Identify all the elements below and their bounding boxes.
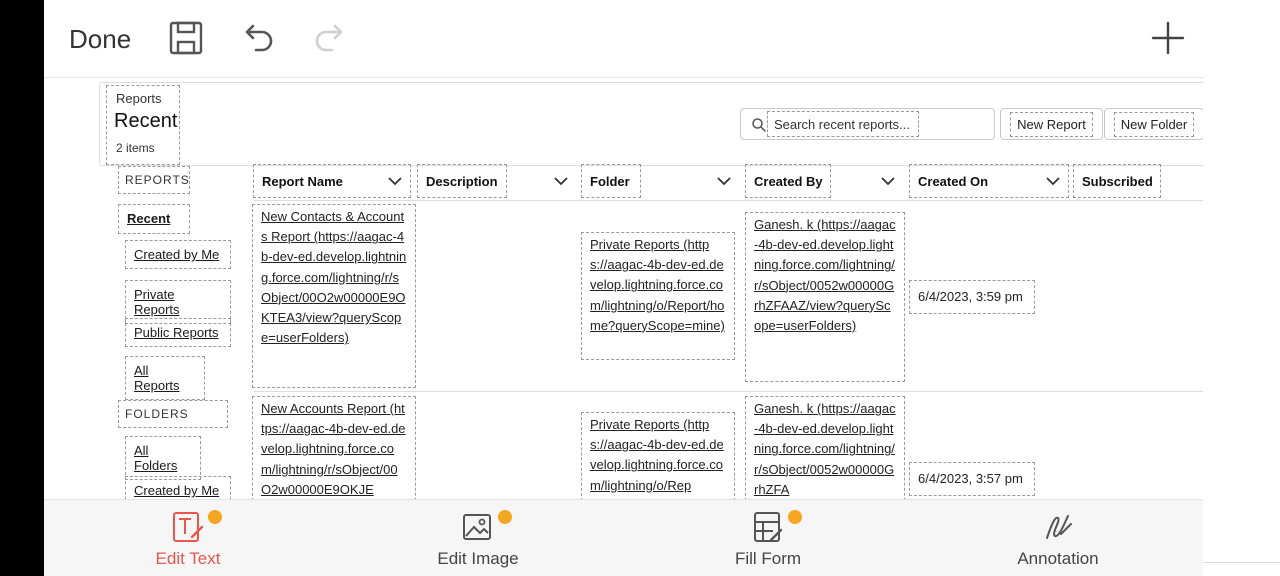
row-divider — [254, 391, 1203, 392]
column-label: Created By — [754, 173, 823, 189]
reports-heading: REPORTS — [118, 166, 190, 194]
page-title: Recent — [114, 110, 178, 132]
chevron-down-icon[interactable] — [554, 176, 568, 186]
column-header-created-by[interactable]: Created By — [745, 164, 831, 198]
new-report-label: New Report — [1010, 111, 1093, 137]
chevron-down-icon[interactable] — [1046, 176, 1060, 186]
annotation-label: Annotation — [1017, 549, 1099, 568]
fill-form-icon — [754, 512, 783, 542]
table-row-2-report-name[interactable]: New Accounts Report (https://aagac-4b-de… — [252, 396, 416, 506]
column-header-report-name[interactable]: Report Name — [253, 164, 411, 198]
annotation-icon — [1046, 515, 1072, 539]
folders-heading: FOLDERS — [118, 400, 228, 428]
premium-badge — [498, 510, 512, 524]
sidebar-item-recent[interactable]: Recent — [118, 204, 190, 234]
chevron-down-icon[interactable] — [388, 176, 402, 186]
edit-text-label: Edit Text — [155, 549, 221, 568]
fill-form-label: Fill Form — [734, 549, 802, 568]
pdf-editor-screen: Done Reports Recent 2 items New Report N… — [44, 0, 1203, 576]
user-link[interactable]: Ganesh. k (https://aagac-4b-dev-ed.devel… — [754, 217, 896, 333]
report-link[interactable]: New Accounts Report (https://aagac-4b-de… — [261, 401, 406, 497]
sidebar-item-all-folders[interactable]: All Folders — [125, 436, 201, 480]
table-row-1-folder[interactable]: Private Reports (https://aagac-4b-dev-ed… — [581, 232, 735, 360]
column-label: Report Name — [262, 173, 343, 189]
new-report-button[interactable]: New Report — [1000, 108, 1103, 140]
column-header-description[interactable]: Description — [417, 164, 507, 198]
report-link[interactable]: New Contacts & Accounts Report (https://… — [261, 209, 406, 345]
column-label: Created On — [918, 173, 989, 189]
left-bezel — [0, 0, 44, 576]
top-toolbar: Done — [44, 0, 1203, 78]
table-row-2-folder[interactable]: Private Reports (https://aagac-4b-dev-ed… — [581, 412, 735, 506]
new-folder-button[interactable]: New Folder — [1104, 108, 1203, 140]
annotation-tool[interactable]: Annotation — [978, 510, 1138, 572]
column-header-folder[interactable]: Folder — [581, 164, 641, 198]
bottom-toolbar: Edit Text Edit Image Fill Form Annotatio… — [44, 499, 1203, 576]
chevron-down-icon[interactable] — [717, 176, 731, 186]
done-button[interactable]: Done — [69, 24, 131, 55]
table-row-1-created-by[interactable]: Ganesh. k (https://aagac-4b-dev-ed.devel… — [745, 212, 905, 382]
column-label: Subscribed — [1082, 173, 1153, 189]
table-row-2-created-on: 6/4/2023, 3:57 pm — [909, 462, 1035, 497]
header-divider — [254, 200, 1203, 201]
right-margin — [1203, 0, 1280, 576]
column-label: Folder — [590, 173, 630, 189]
sidebar-item-all-reports[interactable]: All Reports — [125, 356, 205, 400]
fill-form-tool[interactable]: Fill Form — [688, 510, 848, 572]
folder-link[interactable]: Private Reports (https://aagac-4b-dev-ed… — [590, 237, 725, 333]
section-label: Reports — [116, 91, 162, 106]
undo-icon[interactable] — [240, 20, 276, 56]
sidebar-item-created-by-me[interactable]: Created by Me — [125, 240, 231, 269]
search-icon — [752, 118, 766, 132]
premium-badge — [208, 510, 222, 524]
chevron-down-icon[interactable] — [881, 176, 895, 186]
search-box[interactable] — [740, 108, 995, 140]
item-count: 2 items — [116, 141, 155, 155]
column-header-subscribed[interactable]: Subscribed — [1073, 164, 1161, 198]
search-input[interactable] — [767, 111, 919, 137]
new-folder-label: New Folder — [1113, 111, 1195, 137]
premium-badge — [788, 510, 802, 524]
plus-icon[interactable] — [1150, 20, 1186, 56]
edit-image-icon — [463, 514, 491, 540]
folder-link[interactable]: Private Reports (https://aagac-4b-dev-ed… — [590, 417, 724, 493]
table-row-2-created-by[interactable]: Ganesh. k (https://aagac-4b-dev-ed.devel… — [745, 396, 905, 506]
edit-text-tool[interactable]: Edit Text — [108, 510, 268, 572]
table-row-1-created-on: 6/4/2023, 3:59 pm — [909, 280, 1035, 315]
table-row-1-report-name[interactable]: New Contacts & Accounts Report (https://… — [252, 204, 416, 388]
edit-image-label: Edit Image — [437, 549, 519, 568]
user-link[interactable]: Ganesh. k (https://aagac-4b-dev-ed.devel… — [754, 401, 896, 497]
edit-image-tool[interactable]: Edit Image — [398, 510, 558, 572]
column-label: Description — [426, 173, 498, 189]
column-header-created-on[interactable]: Created On — [909, 164, 1069, 198]
edit-text-icon — [173, 512, 204, 542]
redo-icon[interactable] — [312, 20, 348, 56]
reports-header-card: Reports Recent 2 items New Report New Fo… — [99, 82, 1203, 166]
sidebar-item-public-reports[interactable]: Public Reports — [125, 318, 231, 347]
save-icon[interactable] — [168, 20, 204, 56]
